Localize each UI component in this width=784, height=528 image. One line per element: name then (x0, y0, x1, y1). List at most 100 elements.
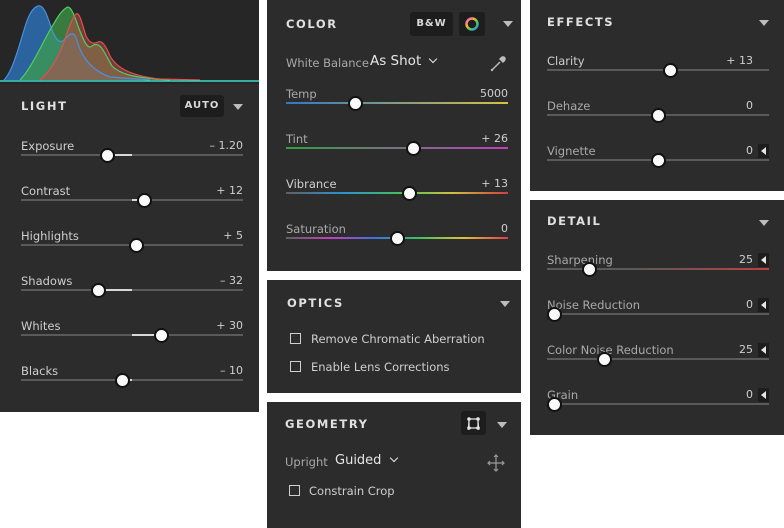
contrast-slider-row: Contrast + 12 (21, 184, 243, 220)
remove-chromatic-aberration-checkbox[interactable] (290, 333, 301, 344)
color-panel: COLOR B&W White Balance As Shot Temp 5000… (267, 0, 521, 271)
color-wheel-icon (465, 17, 479, 31)
contrast-slider-knob[interactable] (136, 193, 152, 208)
color-collapse-caret-icon[interactable] (503, 21, 513, 27)
chevron-down-icon (389, 453, 398, 463)
geometry-collapse-caret-icon[interactable] (497, 422, 507, 428)
upright-label: Upright (285, 455, 328, 469)
sharpening-slider-track[interactable] (547, 268, 769, 270)
light-panel: LIGHT AUTO Exposure – 1.20 Contrast + 12 Hig… (0, 84, 259, 412)
color-noise-reduction-slider-track[interactable] (547, 358, 769, 360)
enable-lens-corrections-label: Enable Lens Corrections (311, 360, 450, 374)
color-noise-reduction-slider-knob[interactable] (597, 352, 613, 367)
optics-collapse-caret-icon[interactable] (500, 301, 510, 307)
blacks-slider-knob[interactable] (114, 373, 130, 388)
shadows-value[interactable]: – 32 (220, 274, 243, 287)
auto-button[interactable]: AUTO (180, 95, 224, 117)
temp-value[interactable]: 5000 (480, 87, 508, 100)
blacks-slider-row: Blacks – 10 (21, 364, 243, 400)
eyedropper-icon[interactable] (489, 55, 507, 73)
histogram (0, 5, 259, 82)
tint-slider-knob[interactable] (406, 141, 422, 156)
clarity-slider-track[interactable] (547, 69, 769, 71)
shadows-slider-knob[interactable] (91, 283, 107, 298)
noise-reduction-slider-track[interactable] (547, 313, 769, 315)
highlights-value[interactable]: + 5 (223, 229, 243, 242)
clarity-slider-knob[interactable] (662, 63, 678, 78)
exposure-value[interactable]: – 1.20 (210, 139, 244, 152)
grain-value[interactable]: 0 (746, 388, 753, 401)
light-collapse-caret-icon[interactable] (233, 104, 243, 110)
effects-collapse-caret-icon[interactable] (759, 20, 769, 26)
dehaze-value[interactable]: 0 (746, 99, 753, 112)
vignette-slider-knob[interactable] (650, 153, 666, 168)
vibrance-slider-track[interactable] (286, 192, 508, 194)
tint-slider-row: Tint + 26 (286, 132, 508, 168)
sharpening-value[interactable]: 25 (739, 253, 753, 266)
noise-reduction-slider-row: Noise Reduction 0 (547, 298, 769, 334)
whites-slider-knob[interactable] (154, 328, 170, 343)
grain-slider-knob[interactable] (547, 397, 562, 412)
constrain-crop-label: Constrain Crop (309, 484, 395, 498)
sharpening-expand-arrow-icon[interactable] (758, 253, 769, 267)
exposure-slider-track[interactable] (21, 154, 243, 156)
highlights-label: Highlights (21, 229, 79, 243)
dehaze-slider-row: Dehaze 0 (547, 99, 769, 135)
tint-value[interactable]: + 26 (481, 132, 508, 145)
grain-slider-track[interactable] (547, 403, 769, 405)
noise-reduction-expand-arrow-icon[interactable] (758, 298, 769, 312)
temp-slider-knob[interactable] (348, 96, 364, 111)
noise-reduction-slider-knob[interactable] (547, 307, 562, 322)
constrain-crop-checkbox[interactable] (289, 485, 300, 496)
exposure-slider-knob[interactable] (100, 148, 116, 163)
vibrance-label: Vibrance (286, 177, 337, 191)
saturation-label: Saturation (286, 222, 346, 236)
vibrance-slider-knob[interactable] (401, 186, 417, 201)
color-noise-reduction-expand-arrow-icon[interactable] (758, 343, 769, 357)
enable-lens-corrections-checkbox[interactable] (290, 361, 301, 372)
sharpening-slider-row: Sharpening 25 (547, 253, 769, 289)
whites-label: Whites (21, 319, 61, 333)
geometry-panel: GEOMETRY Upright Guided Constrain Crop (267, 402, 521, 528)
color-noise-reduction-value[interactable]: 25 (739, 343, 753, 356)
blacks-label: Blacks (21, 364, 59, 378)
vibrance-value[interactable]: + 13 (481, 177, 508, 190)
saturation-slider-knob[interactable] (389, 231, 405, 246)
dehaze-slider-knob[interactable] (650, 108, 666, 123)
color-mixer-button[interactable] (459, 12, 485, 36)
optics-panel-title: OPTICS (287, 296, 344, 310)
tint-label: Tint (286, 132, 308, 146)
white-balance-dropdown[interactable]: As Shot (370, 53, 437, 69)
highlights-slider-row: Highlights + 5 (21, 229, 243, 265)
blacks-slider-track[interactable] (21, 379, 243, 381)
saturation-value[interactable]: 0 (501, 222, 508, 235)
bw-button[interactable]: B&W (410, 12, 453, 36)
histogram-panel (0, 0, 259, 84)
upright-dropdown[interactable]: Guided (335, 453, 398, 468)
clarity-value[interactable]: + 13 (726, 54, 753, 67)
highlights-slider-knob[interactable] (128, 238, 144, 253)
contrast-value[interactable]: + 12 (216, 184, 243, 197)
shadows-slider-row: Shadows – 32 (21, 274, 243, 310)
grain-slider-row: Grain 0 (547, 388, 769, 424)
dehaze-label: Dehaze (547, 99, 591, 113)
sharpening-slider-knob[interactable] (581, 262, 597, 277)
noise-reduction-value[interactable]: 0 (746, 298, 753, 311)
detail-collapse-caret-icon[interactable] (759, 220, 769, 226)
vignette-expand-arrow-icon[interactable] (758, 144, 769, 158)
whites-value[interactable]: + 30 (216, 319, 243, 332)
saturation-slider-row: Saturation 0 (286, 222, 508, 258)
blacks-value[interactable]: – 10 (220, 364, 243, 377)
temp-slider-track[interactable] (286, 102, 508, 104)
vignette-value[interactable]: 0 (746, 144, 753, 157)
color-panel-title: COLOR (286, 17, 338, 31)
optics-panel: OPTICS Remove Chromatic Aberration Enabl… (267, 280, 521, 393)
move-arrows-icon[interactable] (487, 454, 505, 472)
shadows-slider-track[interactable] (21, 289, 243, 291)
transform-tool-icon (467, 417, 480, 431)
grain-expand-arrow-icon[interactable] (758, 388, 769, 402)
vibrance-slider-row: Vibrance + 13 (286, 177, 508, 213)
detail-panel-title: DETAIL (547, 214, 602, 228)
guided-upright-tool-button[interactable] (461, 411, 486, 435)
tint-slider-track[interactable] (286, 147, 508, 149)
